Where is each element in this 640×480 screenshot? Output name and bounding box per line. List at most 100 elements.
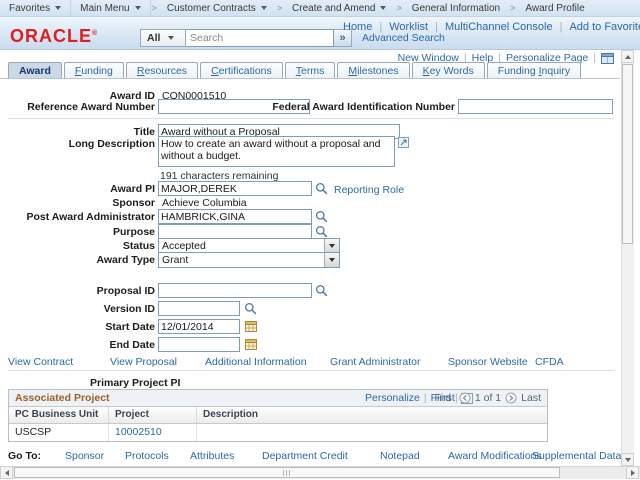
goto-sponsor-link[interactable]: Sponsor bbox=[65, 450, 104, 462]
grid-first-label[interactable]: First bbox=[434, 392, 454, 404]
breadcrumb-item-main-menu[interactable]: Main Menu bbox=[71, 0, 151, 16]
start-date-label: Start Date bbox=[105, 321, 155, 333]
status-label: Status bbox=[122, 240, 155, 252]
goto-attributes-link[interactable]: Attributes bbox=[190, 450, 234, 462]
column-header-description: Description bbox=[203, 409, 259, 420]
long-description-textarea[interactable]: How to create an award without a proposa… bbox=[158, 136, 395, 167]
goto-department-credit-link[interactable]: Department Credit bbox=[262, 450, 348, 462]
chevron-down-icon bbox=[324, 239, 339, 253]
chevron-down-icon bbox=[55, 6, 62, 10]
tab-resources[interactable]: Resources bbox=[125, 62, 199, 78]
purpose-lookup-icon[interactable] bbox=[315, 225, 328, 238]
search-scope-dropdown[interactable]: All bbox=[140, 29, 186, 47]
personalize-link[interactable]: Personalize bbox=[365, 392, 420, 404]
chevron-down-icon bbox=[324, 253, 339, 267]
chevron-down-icon bbox=[380, 6, 387, 10]
breadcrumb-item-create-and-amend[interactable]: Create and Amend bbox=[283, 0, 395, 16]
breadcrumb-item-award-profile[interactable]: Award Profile bbox=[516, 0, 593, 16]
award-profile-page: Favorites Main Menu > Customer Contracts… bbox=[0, 0, 640, 480]
additional-information-link[interactable]: Additional Information bbox=[205, 356, 307, 368]
goto-label: Go To: bbox=[8, 450, 42, 462]
breadcrumb-separator: > bbox=[396, 3, 402, 13]
tab-milestones[interactable]: Milestones bbox=[337, 62, 410, 78]
grid-title: Associated Project bbox=[15, 392, 110, 404]
purpose-input[interactable] bbox=[158, 224, 312, 239]
tab-key-words[interactable]: Key Words bbox=[411, 62, 485, 78]
cell-project-link[interactable]: 10002510 bbox=[109, 424, 197, 441]
breadcrumb: Favorites Main Menu > Customer Contracts… bbox=[0, 0, 640, 17]
chevron-down-icon bbox=[168, 36, 175, 40]
tab-funding[interactable]: Funding bbox=[63, 62, 124, 78]
sponsor-label: Sponsor bbox=[112, 197, 155, 209]
post-award-administrator-input[interactable] bbox=[158, 209, 312, 224]
chevron-down-icon bbox=[134, 6, 141, 10]
breadcrumb-item-general-information[interactable]: General Information bbox=[403, 0, 509, 16]
breadcrumb-separator: > bbox=[151, 3, 157, 13]
tab-award[interactable]: Award bbox=[8, 62, 62, 78]
grid-last-label[interactable]: Last bbox=[521, 392, 541, 404]
award-type-label: Award Type bbox=[96, 254, 155, 266]
grant-administrator-link[interactable]: Grant Administrator bbox=[330, 356, 420, 368]
vertical-scrollbar-thumb[interactable] bbox=[622, 64, 633, 244]
post-award-administrator-lookup-icon[interactable] bbox=[315, 210, 328, 223]
title-label: Title bbox=[133, 126, 155, 138]
goto-protocols-link[interactable]: Protocols bbox=[125, 450, 169, 462]
view-proposal-link[interactable]: View Proposal bbox=[110, 356, 177, 368]
goto-notepad-link[interactable]: Notepad bbox=[380, 450, 420, 462]
breadcrumb-item-favorites[interactable]: Favorites bbox=[0, 0, 72, 16]
column-header-pc-business-unit: PC Business Unit bbox=[9, 407, 109, 423]
primary-project-pi-label: Primary Project PI bbox=[90, 377, 181, 389]
scroll-up-button[interactable] bbox=[621, 50, 634, 63]
grid-row-position: 1 of 1 bbox=[474, 392, 502, 404]
version-id-input[interactable] bbox=[158, 301, 240, 316]
multichannel-console-link[interactable]: MultiChannel Console bbox=[445, 21, 553, 33]
grid-column-headers: PC Business Unit Project Description bbox=[9, 407, 547, 424]
award-pi-lookup-icon[interactable] bbox=[315, 182, 328, 195]
goto-award-modifications-link[interactable]: Award Modifications bbox=[448, 450, 542, 462]
sponsor-website-link[interactable]: Sponsor Website bbox=[448, 356, 528, 368]
cfda-link[interactable]: CFDA bbox=[535, 356, 564, 368]
previous-row-icon[interactable] bbox=[459, 392, 471, 404]
award-pi-input[interactable] bbox=[158, 181, 312, 196]
personalize-layout-icon[interactable] bbox=[601, 52, 614, 64]
scroll-right-button[interactable] bbox=[626, 466, 639, 479]
start-date-calendar-icon[interactable] bbox=[245, 320, 257, 332]
long-description-label: Long Description bbox=[68, 138, 155, 150]
page-header: ORACLE® Home | Worklist | MultiChannel Conso… bbox=[0, 17, 640, 50]
end-date-calendar-icon[interactable] bbox=[245, 338, 257, 350]
federal-award-id-number-input[interactable] bbox=[458, 99, 613, 114]
version-id-lookup-icon[interactable] bbox=[244, 302, 257, 315]
worklist-link[interactable]: Worklist bbox=[389, 21, 428, 33]
tab-bar: Award Funding Resources Certifications T… bbox=[8, 62, 582, 78]
post-award-administrator-label: Post Award Administrator bbox=[26, 211, 155, 223]
cell-pc-business-unit: USCSP bbox=[9, 424, 109, 441]
award-type-select[interactable]: Grant bbox=[158, 252, 340, 268]
scroll-down-button[interactable] bbox=[621, 453, 634, 466]
reporting-role-link[interactable]: Reporting Role bbox=[334, 184, 404, 196]
start-date-input[interactable] bbox=[158, 319, 240, 334]
section-divider bbox=[8, 118, 614, 119]
expand-long-description-icon[interactable] bbox=[398, 137, 409, 148]
search-input[interactable] bbox=[186, 29, 334, 47]
horizontal-scrollbar-thumb[interactable] bbox=[14, 467, 560, 478]
goto-supplemental-data-link[interactable]: Supplemental Data bbox=[532, 450, 621, 462]
proposal-id-lookup-icon[interactable] bbox=[315, 284, 328, 297]
add-to-favorites-link[interactable]: Add to Favorites bbox=[569, 21, 640, 33]
end-date-input[interactable] bbox=[158, 337, 240, 352]
table-row: USCSP 10002510 bbox=[9, 424, 547, 441]
breadcrumb-separator: > bbox=[510, 3, 516, 13]
proposal-id-input[interactable] bbox=[158, 283, 312, 298]
next-row-icon[interactable] bbox=[505, 392, 517, 404]
view-contract-link[interactable]: View Contract bbox=[8, 356, 73, 368]
federal-award-id-number-label: Federal Award Identification Number bbox=[272, 101, 455, 113]
advanced-search-link[interactable]: Advanced Search bbox=[362, 32, 445, 44]
breadcrumb-item-customer-contracts[interactable]: Customer Contracts bbox=[158, 0, 276, 16]
scroll-left-button[interactable] bbox=[0, 466, 13, 479]
home-link[interactable]: Home bbox=[343, 21, 372, 33]
tab-funding-inquiry[interactable]: Funding Inquiry bbox=[486, 62, 582, 78]
tab-certifications[interactable]: Certifications bbox=[200, 62, 283, 78]
tab-terms[interactable]: Terms bbox=[284, 62, 336, 78]
associated-project-grid: Associated Project Personalize | Find | Fir… bbox=[8, 389, 548, 442]
award-pi-label: Award PI bbox=[110, 183, 155, 195]
cell-description bbox=[197, 424, 547, 441]
